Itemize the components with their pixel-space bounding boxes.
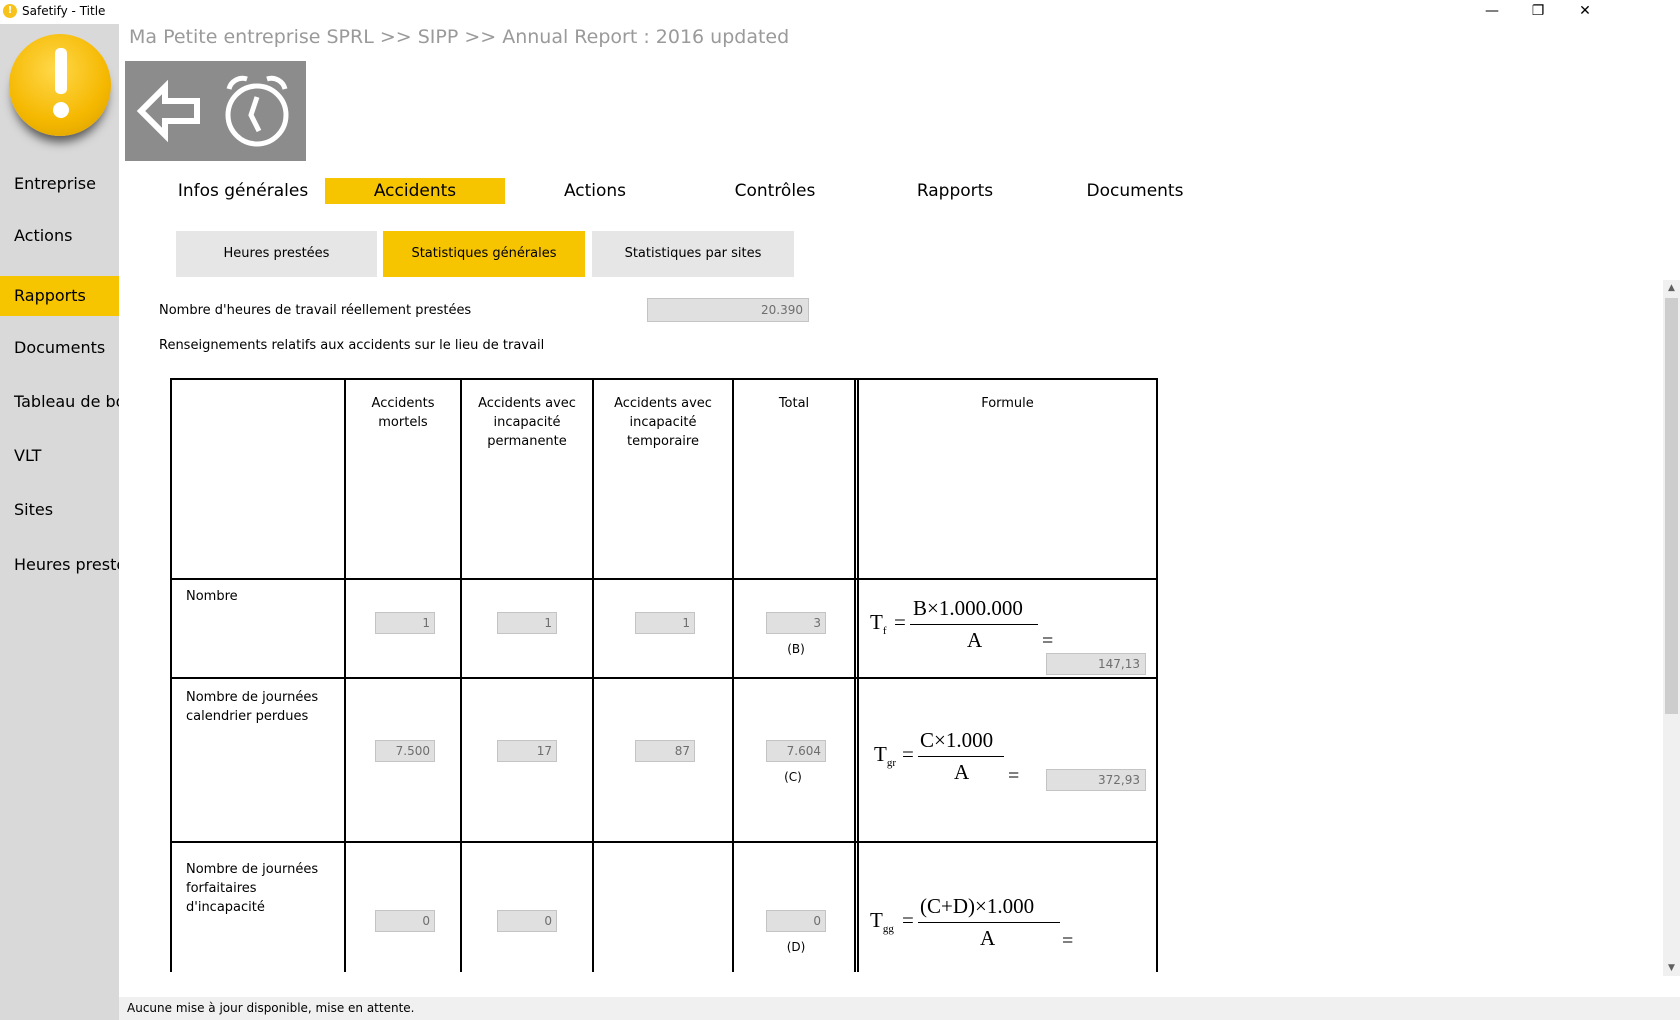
formula-tf-denominator: A	[967, 628, 983, 652]
total-d-label: (D)	[786, 940, 806, 954]
forfaitaires-mortels-field[interactable]: 0	[375, 910, 435, 932]
formula-tgr-numerator: C×1.000	[920, 728, 994, 752]
sidebar-item-documents[interactable]: Documents	[0, 328, 119, 368]
forfaitaires-permanente-field[interactable]: 0	[497, 910, 557, 932]
formula-tgr: Tgr = C×1.000 A	[874, 724, 1074, 794]
result-tf-field[interactable]: 147,13	[1046, 653, 1146, 675]
app-icon: !	[3, 4, 17, 18]
title-bar: ! Safetify - Title — ❐ ✕	[0, 0, 1680, 24]
status-bar: Aucune mise à jour disponible, mise en a…	[119, 997, 1680, 1020]
forfaitaires-total-field[interactable]: 0	[766, 910, 826, 932]
sidebar-item-vlt[interactable]: VLT	[0, 436, 119, 476]
header-formule: Formule	[981, 396, 1034, 411]
result-equals-3: =	[1062, 930, 1074, 952]
back-arrow-icon[interactable]	[129, 69, 209, 153]
formula-tf-lhs: T	[870, 610, 883, 634]
tab-documents[interactable]: Documents	[1060, 178, 1210, 204]
result-equals-2: =	[1008, 765, 1020, 787]
journees-total-field[interactable]: 7.604	[766, 740, 826, 762]
row-label-journees-forfaitaires: Nombre de journées forfaitaires d'incapa…	[186, 862, 319, 915]
row-label-nombre: Nombre	[186, 589, 238, 604]
formula-tf: Tf = B×1.000.000 A	[870, 592, 1070, 662]
total-c-label: (C)	[784, 770, 802, 784]
subtab-statistiques-par-sites[interactable]: Statistiques par sites	[592, 231, 794, 277]
sidebar-item-sites[interactable]: Sites	[0, 490, 119, 530]
alarm-clock-icon[interactable]	[217, 69, 297, 153]
sidebar: Entreprise Actions Rapports Documents Ta…	[0, 24, 119, 1020]
total-b-label: (B)	[787, 642, 805, 656]
formula-tf-sub: f	[882, 625, 887, 638]
scroll-thumb[interactable]	[1665, 298, 1678, 714]
formula-tgg-lhs: T	[870, 908, 883, 932]
formula-tf-equals: =	[894, 610, 906, 634]
formula-tgr-sub: gr	[886, 757, 896, 770]
close-button[interactable]: ✕	[1562, 0, 1608, 24]
formula-tgg: Tgg = (C+D)×1.000 A	[870, 890, 1090, 960]
sidebar-item-heures-prestees[interactable]: Heures prestées	[0, 545, 119, 585]
toolbar	[125, 61, 306, 161]
journees-temporaire-field[interactable]: 87	[635, 740, 695, 762]
header-accidents-mortels: Accidents mortels	[371, 396, 435, 430]
sidebar-item-tableau-de-bord[interactable]: Tableau de bord	[0, 382, 119, 422]
tab-rapports[interactable]: Rapports	[880, 178, 1030, 204]
formula-tgg-numerator: (C+D)×1.000	[920, 894, 1035, 918]
vertical-scrollbar[interactable]: ▲ ▼	[1663, 280, 1680, 976]
nombre-total-field[interactable]: 3	[766, 612, 826, 634]
journees-permanente-field[interactable]: 17	[497, 740, 557, 762]
minimize-button[interactable]: —	[1469, 0, 1515, 24]
formula-tgr-denominator: A	[954, 760, 970, 784]
formula-tgr-equals: =	[902, 742, 914, 766]
restore-button[interactable]: ❐	[1515, 0, 1561, 24]
nombre-permanente-field[interactable]: 1	[497, 612, 557, 634]
header-incapacite-temporaire: Accidents avec incapacité temporaire	[614, 396, 712, 449]
header-incapacite-permanente: Accidents avec incapacité permanente	[478, 396, 576, 449]
breadcrumb: Ma Petite entreprise SPRL >> SIPP >> Ann…	[129, 26, 790, 48]
subtab-statistiques-generales[interactable]: Statistiques générales	[383, 231, 585, 277]
sidebar-item-rapports[interactable]: Rapports	[0, 276, 119, 316]
sidebar-item-actions[interactable]: Actions	[0, 216, 119, 256]
subtab-heures-prestees[interactable]: Heures prestées	[176, 231, 377, 277]
hours-label: Nombre d'heures de travail réellement pr…	[159, 303, 472, 318]
nombre-mortels-field[interactable]: 1	[375, 612, 435, 634]
formula-tf-numerator: B×1.000.000	[913, 596, 1023, 620]
hours-field[interactable]: 20.390	[647, 298, 809, 322]
tab-controles[interactable]: Contrôles	[700, 178, 850, 204]
accidents-info-label: Renseignements relatifs aux accidents su…	[159, 338, 545, 353]
formula-tgg-sub: gg	[882, 923, 894, 936]
sidebar-item-entreprise[interactable]: Entreprise	[0, 164, 119, 204]
tab-actions[interactable]: Actions	[530, 178, 660, 204]
header-total: Total	[778, 396, 810, 411]
formula-tgg-equals: =	[902, 908, 914, 932]
journees-mortels-field[interactable]: 7.500	[375, 740, 435, 762]
scroll-up-icon[interactable]: ▲	[1663, 280, 1680, 296]
nombre-temporaire-field[interactable]: 1	[635, 612, 695, 634]
window-title: Safetify - Title	[22, 4, 106, 18]
row-label-journees-perdues: Nombre de journées calendrier perdues	[186, 690, 319, 724]
formula-tgg-denominator: A	[980, 926, 996, 950]
result-equals-1: =	[1042, 630, 1054, 652]
tab-accidents[interactable]: Accidents	[325, 178, 505, 204]
scroll-down-icon[interactable]: ▼	[1663, 960, 1680, 976]
tab-infos-generales[interactable]: Infos générales	[158, 178, 328, 204]
formula-tgr-lhs: T	[874, 742, 887, 766]
logo-warning-icon	[9, 34, 111, 136]
result-tgr-field[interactable]: 372,93	[1046, 769, 1146, 791]
